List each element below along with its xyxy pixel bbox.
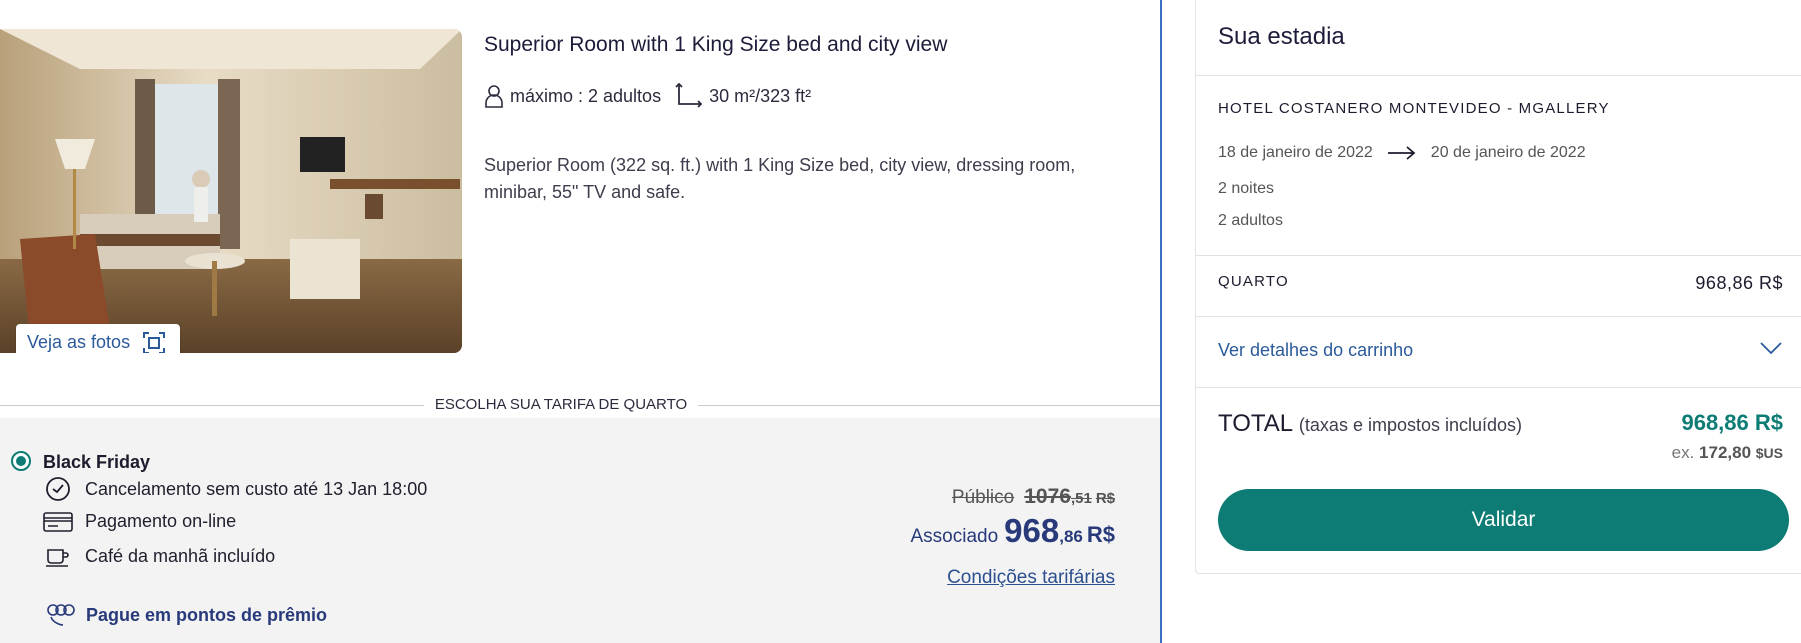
public-price-label: Público (951, 487, 1015, 508)
member-price-label: Associado (910, 526, 999, 547)
total-label: TOTAL (taxas e impostos incluídos) (1218, 410, 1522, 438)
feature-payment: Pagamento on-line (43, 511, 236, 532)
rate-conditions-link[interactable]: Condições tarifárias (947, 567, 1115, 589)
feature-label: Cancelamento sem custo até 13 Jan 18:00 (85, 478, 428, 499)
rate-name: Black Friday (43, 452, 151, 472)
feature-label: Café da manhã incluído (85, 546, 276, 566)
nights-count: 2 noites (1218, 180, 1275, 197)
tariff-section-label: ESCOLHA SUA TARIFA DE QUARTO (434, 396, 688, 413)
validate-button[interactable]: Validar (1218, 489, 1789, 551)
clock-icon (46, 477, 70, 501)
divider (1196, 255, 1801, 256)
room-photo-image (0, 29, 462, 353)
divider (698, 405, 1160, 406)
person-icon (485, 85, 503, 108)
see-photos-button[interactable]: Veja as fotos (16, 324, 180, 353)
rate-radio-selected[interactable] (11, 451, 31, 471)
total-usd: ex. 172,80 $US (1672, 443, 1783, 463)
summary-title: Sua estadia (1218, 23, 1345, 50)
booking-page: Veja as fotos Superior Room with 1 King … (0, 0, 1801, 643)
tariff-section-header: ESCOLHA SUA TARIFA DE QUARTO (0, 393, 1160, 417)
area-icon (675, 83, 703, 108)
arrow-right-icon (1387, 146, 1416, 160)
member-price: Associado 968 ,86 R$ (911, 512, 1116, 550)
room-size-text: 30 m²/323 ft² (709, 85, 812, 106)
room-title: Superior Room with 1 King Size bed and c… (484, 33, 948, 56)
divider (1196, 387, 1801, 388)
public-price-currency: R$ (1095, 490, 1115, 507)
panel-divider (1160, 0, 1162, 643)
room-capacity-text: máximo : 2 adultos (510, 85, 662, 106)
total-price: 968,86 R$ (1681, 410, 1783, 435)
feature-cancellation: Cancelamento sem custo até 13 Jan 18:00 (43, 476, 427, 502)
public-price: Público 1076 ,51 R$ (952, 485, 1115, 509)
stay-dates: 18 de janeiro de 2022 20 de janeiro de 2… (1218, 144, 1586, 162)
credit-card-icon (43, 511, 73, 532)
hotel-name: HOTEL COSTANERO MONTEVIDEO - MGALLERY (1218, 100, 1610, 117)
see-photos-label: Veja as fotos (27, 332, 131, 352)
room-label: QUARTO (1218, 273, 1289, 290)
feature-breakfast: Café da manhã incluído (43, 546, 275, 567)
public-price-dec: ,51 (1070, 490, 1092, 507)
member-price-int: 968 (1004, 512, 1060, 549)
feature-label: Pagamento on-line (85, 511, 237, 531)
pay-with-points-label: Pague em pontos de prêmio (86, 604, 328, 625)
member-price-currency: R$ (1086, 522, 1115, 547)
stay-summary-panel: Sua estadia HOTEL COSTANERO MONTEVIDEO -… (1195, 0, 1801, 574)
total-label-sub: (taxas e impostos incluídos) (1298, 415, 1523, 435)
room-size: 30 m²/323 ft² (675, 83, 811, 109)
room-capacity: máximo : 2 adultos (484, 84, 661, 108)
chevron-down-icon[interactable] (1759, 340, 1783, 356)
cart-details-link[interactable]: Ver detalhes do carrinho (1218, 340, 1413, 361)
checkout-date: 20 de janeiro de 2022 (1430, 144, 1586, 161)
divider (1196, 75, 1801, 76)
reward-points-icon (47, 604, 75, 626)
usd-currency: $US (1755, 445, 1783, 461)
total-label-text: TOTAL (1218, 410, 1293, 437)
coffee-cup-icon (46, 548, 69, 567)
room-meta: máximo : 2 adultos 30 m²/323 ft² (484, 83, 825, 109)
usd-prefix: ex. (1671, 443, 1695, 462)
checkin-date: 18 de janeiro de 2022 (1218, 144, 1373, 161)
pay-with-points-link[interactable]: Pague em pontos de prêmio (46, 603, 327, 627)
room-price: 968,86 R$ (1695, 273, 1783, 293)
member-price-dec: ,86 (1059, 527, 1083, 546)
room-panel: Veja as fotos Superior Room with 1 King … (0, 0, 1160, 643)
divider (1196, 316, 1801, 317)
room-description: Superior Room (322 sq. ft.) with 1 King … (484, 155, 1076, 202)
gallery-icon (143, 331, 166, 353)
usd-value: 172,80 (1699, 443, 1752, 462)
public-price-int: 1076 (1024, 485, 1071, 508)
adults-count: 2 adultos (1218, 212, 1283, 229)
divider (0, 405, 424, 406)
room-photo[interactable]: Veja as fotos (0, 29, 462, 353)
